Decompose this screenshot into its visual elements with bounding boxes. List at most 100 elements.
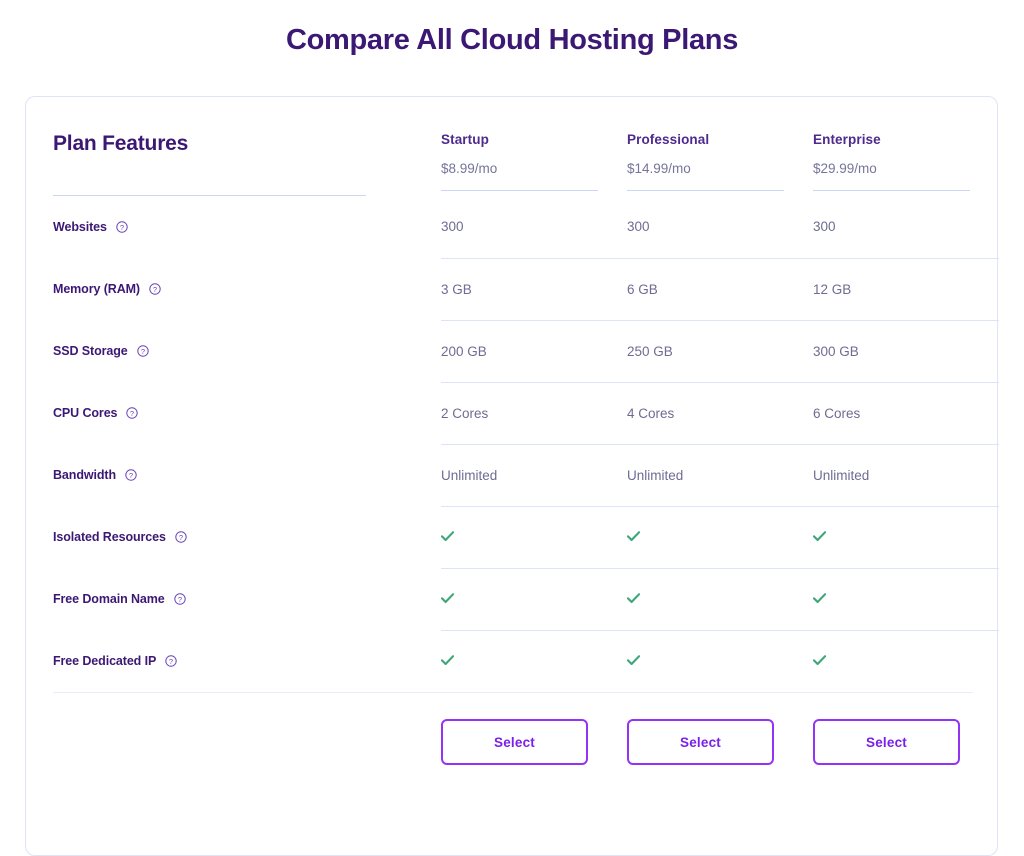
check-icon [627,531,640,542]
help-circle-icon[interactable]: ? [126,407,138,419]
svg-text:?: ? [129,471,133,480]
help-circle-icon[interactable]: ? [175,531,187,543]
select-cell-startup: Select [441,719,627,765]
table-bottom-divider [53,692,973,693]
value-cell [441,630,627,692]
feature-cell: Bandwidth? [53,444,441,506]
feature-cell: Memory (RAM)? [53,258,441,320]
feature-cell: Websites? [53,196,441,258]
table-row: SSD Storage?200 GB250 GB300 GB [53,320,999,382]
plan-name: Startup [441,131,627,149]
value-cell: 250 GB [627,320,813,382]
plan-header-enterprise: Enterprise $29.99/mo [813,97,999,196]
value-cell: 6 Cores [813,382,999,444]
feature-cell: SSD Storage? [53,320,441,382]
value-cell [813,630,999,692]
table-row: Free Dedicated IP? [53,630,999,692]
value-cell: 3 GB [441,258,627,320]
table-row: CPU Cores?2 Cores4 Cores6 Cores [53,382,999,444]
plan-features-title: Plan Features [53,131,441,157]
value-cell: Unlimited [627,444,813,506]
help-circle-icon[interactable]: ? [125,469,137,481]
plan-header-professional: Professional $14.99/mo [627,97,813,196]
value-cell: Unlimited [441,444,627,506]
plan-name: Enterprise [813,131,999,149]
feature-label: Free Dedicated IP [53,654,156,668]
help-circle-icon[interactable]: ? [137,345,149,357]
feature-label: CPU Cores [53,406,117,420]
value-cell: 6 GB [627,258,813,320]
value-cell [627,568,813,630]
value-cell: 12 GB [813,258,999,320]
value-cell [813,506,999,568]
select-button-enterprise[interactable]: Select [813,719,960,765]
plan-price: $29.99/mo [813,160,999,178]
table-header: Plan Features Startup $8.99/mo Professio… [53,97,999,196]
feature-label: Free Domain Name [53,592,165,606]
check-icon [627,593,640,604]
plan-price: $14.99/mo [627,160,813,178]
value-cell: 300 [813,196,999,258]
page-title: Compare All Cloud Hosting Plans [0,0,1024,60]
help-circle-icon[interactable]: ? [116,221,128,233]
check-icon [441,593,454,604]
value-cell: 300 [627,196,813,258]
plan-price: $8.99/mo [441,160,627,178]
comparison-table-card: Plan Features Startup $8.99/mo Professio… [25,96,998,856]
help-circle-icon[interactable]: ? [174,593,186,605]
svg-text:?: ? [130,409,134,418]
select-cell-enterprise: Select [813,719,999,765]
help-circle-icon[interactable]: ? [165,655,177,667]
help-circle-icon[interactable]: ? [149,283,161,295]
value-cell [627,630,813,692]
svg-text:?: ? [169,657,173,666]
plan-name: Professional [627,131,813,149]
feature-cell: CPU Cores? [53,382,441,444]
value-cell: 2 Cores [441,382,627,444]
svg-text:?: ? [179,533,183,542]
svg-text:?: ? [120,223,124,232]
plan-comparison-table: Plan Features Startup $8.99/mo Professio… [53,97,999,692]
header-divider [441,190,598,191]
select-buttons-row: Select Select Select [53,719,970,765]
check-icon [813,655,826,666]
svg-text:?: ? [178,595,182,604]
table-row: Memory (RAM)?3 GB6 GB12 GB [53,258,999,320]
value-cell [441,568,627,630]
value-cell: Unlimited [813,444,999,506]
select-button-professional[interactable]: Select [627,719,774,765]
table-body: Websites?300300300Memory (RAM)?3 GB6 GB1… [53,196,999,692]
table-row: Free Domain Name? [53,568,999,630]
svg-text:?: ? [153,285,157,294]
feature-label: Isolated Resources [53,530,166,544]
feature-cell: Isolated Resources? [53,506,441,568]
feature-label: Bandwidth [53,468,116,482]
value-cell [813,568,999,630]
value-cell [627,506,813,568]
value-cell: 4 Cores [627,382,813,444]
feature-label: Websites [53,220,107,234]
header-divider [813,190,970,191]
feature-cell: Free Dedicated IP? [53,630,441,692]
feature-column-header: Plan Features [53,97,441,196]
feature-label: SSD Storage [53,344,128,358]
value-cell [441,506,627,568]
value-cell: 300 GB [813,320,999,382]
check-icon [627,655,640,666]
table-row: Bandwidth?UnlimitedUnlimitedUnlimited [53,444,999,506]
feature-label: Memory (RAM) [53,282,140,296]
table-row: Isolated Resources? [53,506,999,568]
select-button-startup[interactable]: Select [441,719,588,765]
value-cell: 200 GB [441,320,627,382]
check-icon [813,531,826,542]
check-icon [813,593,826,604]
feature-cell: Free Domain Name? [53,568,441,630]
select-cell-professional: Select [627,719,813,765]
svg-text:?: ? [141,347,145,356]
check-icon [441,531,454,542]
header-divider [627,190,784,191]
check-icon [441,655,454,666]
table-row: Websites?300300300 [53,196,999,258]
plan-header-startup: Startup $8.99/mo [441,97,627,196]
value-cell: 300 [441,196,627,258]
